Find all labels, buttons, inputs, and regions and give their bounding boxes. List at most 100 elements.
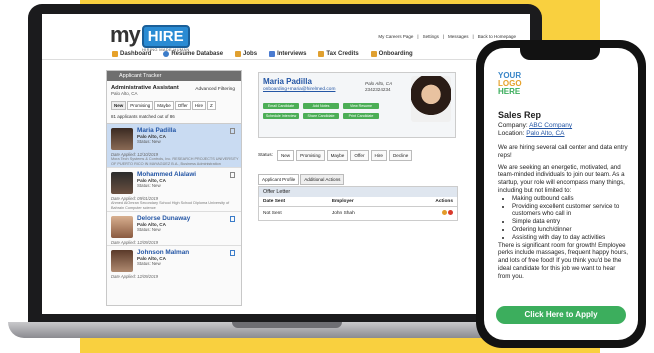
cell-employer: John Shah bbox=[331, 211, 355, 216]
view-resume-button[interactable]: View Resume bbox=[343, 103, 379, 109]
logo-my: my bbox=[110, 22, 141, 47]
delete-icon[interactable] bbox=[448, 210, 453, 215]
laptop-notch bbox=[232, 322, 342, 328]
candidate-education: Ahmed AlOmran Secondary School High Scho… bbox=[111, 201, 230, 210]
profile-city: Palo Alto, CA bbox=[365, 81, 393, 86]
document-icon[interactable] bbox=[230, 250, 235, 256]
tab-applicant-profile[interactable]: Applicant Profile bbox=[258, 174, 300, 185]
applicant-tracker: Applicant Tracker Administrative Assista… bbox=[106, 70, 242, 306]
candidate-education: Mora Tech Systems & Controls, Inc. RESEA… bbox=[111, 157, 239, 166]
candidate-date: Date Applied: 12/09/2019 bbox=[111, 274, 159, 279]
clipboard-icon bbox=[370, 51, 377, 57]
list-item: Simple data entry bbox=[512, 218, 628, 226]
document-icon[interactable] bbox=[230, 128, 235, 134]
avatar bbox=[111, 128, 133, 150]
logo-hire: HIRE bbox=[141, 25, 190, 48]
duties-list: Making outbound calls Providing excellen… bbox=[512, 195, 628, 242]
candidate-row[interactable]: Maria Padilla Palo Alto, CA Status: New … bbox=[107, 124, 241, 168]
col-date-sent: Date Sent bbox=[259, 197, 328, 207]
col-actions: Actions bbox=[398, 197, 457, 207]
profile-email[interactable]: onboarding+maria@hirelmed.com bbox=[263, 87, 335, 92]
people-icon bbox=[269, 51, 276, 57]
dashboard-icon bbox=[112, 51, 118, 57]
candidate-status: Status: New bbox=[137, 183, 161, 188]
list-item: Assisting with day to day activities bbox=[512, 234, 628, 242]
job-header: Administrative Assistant Palo Alto, CA A… bbox=[107, 81, 241, 98]
nav-jobs[interactable]: Jobs bbox=[235, 51, 257, 57]
email-candidate-button[interactable]: Email Candidate bbox=[263, 103, 299, 109]
app-header: my HIRE HIRING MADE HUMAN My Careers Pag… bbox=[42, 14, 530, 60]
nav-dashboard[interactable]: Dashboard bbox=[112, 51, 151, 57]
tab-new[interactable]: New bbox=[111, 101, 127, 110]
status-decline[interactable]: Decline bbox=[388, 150, 413, 161]
status-maybe[interactable]: Maybe bbox=[326, 150, 349, 161]
offer-table: Date Sent Employer Actions Not Sent John… bbox=[259, 197, 457, 220]
phone-screen: YOUR LOGO HERE Sales Rep Company: ABC Co… bbox=[484, 48, 638, 340]
candidate-name: Maria Padilla bbox=[137, 127, 177, 134]
tab-promising[interactable]: Promising bbox=[127, 101, 154, 110]
nav-tax-credits[interactable]: Tax Credits bbox=[318, 51, 359, 57]
advanced-filtering-toggle[interactable]: Advanced Filtering bbox=[195, 87, 235, 92]
nav-onboarding[interactable]: Onboarding bbox=[370, 51, 413, 57]
table-row: Not Sent John Shah bbox=[259, 207, 457, 221]
link-messages[interactable]: Messages bbox=[448, 34, 469, 39]
nav-resume-database[interactable]: Resume Database bbox=[163, 51, 223, 57]
top-links: My Careers Page | Settings | Messages | Bac… bbox=[378, 34, 516, 39]
candidate-row[interactable]: Mohammed Alalawi Palo Alto, CA Status: N… bbox=[107, 168, 241, 212]
tab-z[interactable]: Z bbox=[206, 101, 216, 110]
offer-letter-title: Offer Letter bbox=[259, 187, 457, 197]
profile-name: Maria Padilla bbox=[263, 77, 312, 86]
tab-maybe[interactable]: Maybe bbox=[154, 101, 174, 110]
tab-offer[interactable]: Offer bbox=[174, 101, 191, 110]
location-link[interactable]: Palo Alto, CA bbox=[526, 130, 564, 137]
profile-photo bbox=[411, 76, 451, 122]
profile-tabs: Applicant Profile Additional Actions bbox=[258, 174, 345, 185]
candidate-name: Mohammed Alalawi bbox=[137, 171, 197, 178]
apply-button[interactable]: Click Here to Apply bbox=[496, 306, 626, 324]
candidate-profile: Maria Padilla onboarding+maria@hirelmed.… bbox=[258, 72, 456, 138]
link-settings[interactable]: Settings bbox=[423, 34, 439, 39]
list-item: Making outbound calls bbox=[512, 195, 628, 203]
candidate-row[interactable]: Delorse Dunaway Palo Alto, CA Status: Ne… bbox=[107, 212, 241, 246]
main-nav: Dashboard Resume Database Jobs Interview… bbox=[112, 51, 413, 57]
candidate-status: Status: New bbox=[137, 261, 161, 266]
laptop-screen: my HIRE HIRING MADE HUMAN My Careers Pag… bbox=[42, 14, 530, 314]
print-candidate-button[interactable]: Print Candidate bbox=[343, 113, 379, 119]
candidate-date: Date Applied: 12/09/2019 bbox=[111, 240, 159, 245]
tab-hire[interactable]: Hire bbox=[191, 101, 206, 110]
tracker-title: Applicant Tracker bbox=[107, 71, 241, 81]
candidate-row[interactable]: Johnson Malman Palo Alto, CA Status: New… bbox=[107, 246, 241, 280]
job-description: We are hiring several call center and da… bbox=[498, 144, 628, 281]
status-selector: Status: New Promising Maybe Offer Hire D… bbox=[258, 150, 413, 161]
link-homepage[interactable]: Back to Homepage bbox=[478, 34, 516, 39]
pencil-icon bbox=[235, 51, 242, 57]
document-icon[interactable] bbox=[230, 216, 235, 222]
company-link[interactable]: ABC Company bbox=[529, 122, 572, 129]
tab-additional-actions[interactable]: Additional Actions bbox=[300, 174, 345, 185]
status-new[interactable]: New bbox=[276, 150, 295, 161]
list-item: Providing excellent customer service to … bbox=[512, 203, 628, 219]
profile-phone: 2342324234 bbox=[365, 87, 391, 92]
status-offer[interactable]: Offer bbox=[350, 150, 369, 161]
status-promising[interactable]: Promising bbox=[296, 150, 325, 161]
search-icon bbox=[163, 51, 170, 57]
share-candidate-button[interactable]: Share Candidate bbox=[303, 113, 339, 119]
status-tabs: New Promising Maybe Offer Hire Z bbox=[111, 101, 237, 110]
schedule-interview-button[interactable]: Schedule Interview bbox=[263, 113, 299, 119]
nav-interviews[interactable]: Interviews bbox=[269, 51, 306, 57]
edit-icon[interactable] bbox=[441, 210, 447, 215]
candidate-status: Status: New bbox=[137, 227, 161, 232]
company-logo: YOUR LOGO HERE bbox=[498, 71, 522, 96]
add-notes-button[interactable]: Add Notes bbox=[303, 103, 339, 109]
myhire-logo[interactable]: my HIRE bbox=[110, 22, 190, 48]
col-employer: Employer bbox=[327, 197, 399, 207]
cell-date-sent: Not Sent bbox=[263, 211, 282, 216]
candidate-name: Delorse Dunaway bbox=[137, 215, 191, 222]
offer-letter-panel: Offer Letter Date Sent Employer Actions … bbox=[258, 186, 458, 221]
candidate-status: Status: New bbox=[137, 139, 161, 144]
document-icon[interactable] bbox=[230, 172, 235, 178]
status-label: Status: bbox=[258, 153, 273, 158]
status-hire[interactable]: Hire bbox=[370, 150, 387, 161]
phone-notch bbox=[520, 48, 600, 60]
link-careers-page[interactable]: My Careers Page bbox=[378, 34, 413, 39]
